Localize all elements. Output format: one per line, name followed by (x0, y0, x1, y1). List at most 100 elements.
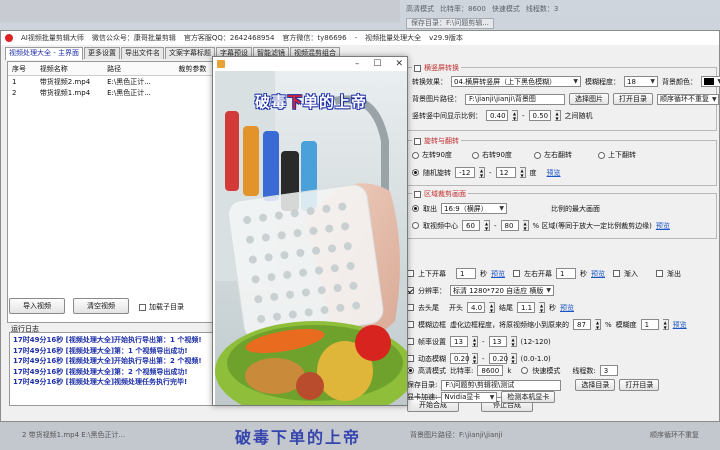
curtain-ud-checkbox[interactable] (407, 270, 414, 277)
curtain-lr-preview-link[interactable]: 预览 (591, 269, 605, 279)
spin-arrows[interactable]: ▲ ▼ (662, 319, 669, 330)
random-max-input[interactable]: 12 (495, 167, 516, 178)
select-dir-button[interactable]: 选择目录 (575, 379, 616, 391)
run-log[interactable]: 17时49分16秒 [视频处理大全]开始执行导出第：1 个视频! 17时49分1… (9, 332, 213, 406)
rotate-checkbox[interactable] (414, 137, 421, 145)
spin-arrows[interactable]: ▲ ▼ (484, 220, 490, 231)
gpu-select[interactable]: Nvidia显卡 ▼ (441, 391, 498, 403)
center-min-input[interactable]: 60 (462, 220, 480, 231)
open-dir-button[interactable]: 打开目录 (613, 93, 653, 105)
motion-min-input[interactable]: 0.20 (450, 353, 470, 364)
framerate-checkbox[interactable] (407, 338, 414, 345)
ratio-min-input[interactable]: 0.40 (486, 110, 508, 121)
curtain-ud-preview-link[interactable]: 预览 (491, 269, 505, 279)
motion-max-input[interactable]: 0.20 (488, 353, 508, 364)
bitrate-input[interactable]: 8600 (477, 365, 504, 376)
bgcolor-select[interactable]: ▼ (701, 76, 720, 87)
spin-arrows[interactable]: ▲ ▼ (595, 319, 601, 330)
landscape-section-header[interactable]: 横竖屏转换 (412, 63, 461, 73)
rotate-section-header[interactable]: 旋转与翻转 (412, 136, 461, 146)
load-subdir-checkbox[interactable] (139, 303, 146, 311)
fast-mode-radio[interactable] (521, 367, 529, 374)
crop-center-radio[interactable] (412, 222, 419, 229)
mode-select[interactable]: 04.横屏转竖屏（上下黑色模糊） ▼ (451, 76, 581, 87)
cycle-select[interactable]: 顺序循环不重复 ▼ (657, 93, 719, 105)
spin-arrows[interactable]: ▲ ▼ (522, 220, 529, 231)
crop-preview-link[interactable]: 预览 (656, 221, 670, 231)
rotate-left-option[interactable]: 左转90度 (412, 150, 464, 160)
load-subdir-option[interactable]: 加载子目录 (139, 302, 184, 312)
close-icon[interactable]: ✕ (395, 59, 403, 69)
rotate-right-radio[interactable] (472, 151, 479, 159)
random-min-input[interactable]: -12 (455, 167, 475, 178)
column-header[interactable]: 视频名称 (36, 64, 103, 74)
tab-main[interactable]: 视频处理大全 - 主界面 (5, 47, 83, 60)
trim-checkbox[interactable] (407, 304, 414, 311)
import-video-button[interactable]: 导入视频 (9, 298, 65, 314)
crop-ratio-select[interactable]: 16:9（横屏） ▼ (441, 203, 507, 214)
spin-arrows[interactable]: ▲ ▼ (489, 302, 495, 313)
minimize-icon[interactable]: – (355, 59, 360, 69)
curtain-lr-checkbox[interactable] (513, 270, 520, 277)
flip-ud-radio[interactable] (598, 151, 605, 159)
spin-arrows[interactable]: ▲ ▼ (512, 110, 518, 121)
flip-lr-option[interactable]: 左右翻转 (534, 150, 588, 160)
list-item[interactable]: 1 带货视频2.mp4 E:\黑色正计... (8, 76, 212, 87)
spin-arrows[interactable]: ▲ ▼ (479, 167, 485, 178)
column-header[interactable]: 路径 (103, 64, 174, 74)
trim-tail-input[interactable]: 1.1 (517, 302, 535, 313)
crop-section-header[interactable]: 区域裁剪画面 (412, 189, 468, 199)
select-image-button[interactable]: 选择图片 (569, 93, 609, 105)
column-header[interactable]: 序号 (8, 64, 36, 74)
trim-head-input[interactable]: 4.0 (467, 302, 485, 313)
spin-arrows[interactable]: ▲ ▼ (472, 336, 478, 347)
video-preview-window[interactable]: – ☐ ✕ 破毒下单的上帝 (212, 56, 408, 406)
crop-take-radio[interactable] (412, 205, 419, 212)
framerate-min-input[interactable]: 13 (450, 336, 468, 347)
border-pct-input[interactable]: 87 (573, 319, 591, 330)
save-dir-input[interactable]: F:\问题剪\剪辑视\测试 (441, 379, 562, 391)
crop-checkbox[interactable] (414, 190, 421, 198)
spin-arrows[interactable]: ▲ ▼ (519, 167, 526, 178)
tab-more-settings[interactable]: 更多设置 (83, 47, 120, 59)
column-header[interactable]: 裁剪参数 (174, 64, 212, 74)
hq-mode-radio[interactable] (407, 367, 414, 374)
spin-arrows[interactable]: ▲ ▼ (510, 353, 517, 364)
open-save-dir-button[interactable]: 打开目录 (619, 379, 660, 391)
curtain-ud-input[interactable]: 1 (456, 268, 476, 279)
resolution-select[interactable]: 标清 1280*720 自适应 横版 ▼ (450, 285, 554, 296)
random-rotate-radio[interactable] (412, 169, 419, 176)
framerate-max-input[interactable]: 13 (488, 336, 507, 347)
blur-select[interactable]: 18 ▼ (624, 76, 658, 87)
maximize-icon[interactable]: ☐ (373, 59, 381, 69)
blur-border-checkbox[interactable] (407, 321, 414, 328)
landscape-checkbox[interactable] (414, 64, 421, 72)
flip-lr-radio[interactable] (534, 151, 541, 159)
tab-subtitle-title[interactable]: 文案字幕标题 (164, 47, 215, 59)
fade-out-checkbox[interactable] (656, 270, 663, 277)
video-file-list[interactable]: 序号 视频名称 路径 裁剪参数 1 带货视频2.mp4 E:\黑色正计... 2… (7, 61, 213, 323)
border-preview-link[interactable]: 预览 (673, 320, 687, 330)
clear-video-button[interactable]: 清空视频 (73, 298, 129, 314)
resolution-checkbox[interactable] (407, 287, 414, 294)
spin-arrows[interactable]: ▲ ▼ (472, 353, 478, 364)
motion-blur-checkbox[interactable] (407, 355, 414, 362)
flip-ud-option[interactable]: 上下翻转 (598, 150, 636, 160)
spin-arrows[interactable]: ▲ ▼ (510, 336, 517, 347)
rotate-right-option[interactable]: 右转90度 (472, 150, 526, 160)
detect-gpu-button[interactable]: 检测本机显卡 (501, 391, 556, 403)
rotate-preview-link[interactable]: 预览 (547, 168, 561, 178)
trim-preview-link[interactable]: 预览 (560, 303, 574, 313)
tab-export-filename[interactable]: 导出文件名 (120, 47, 164, 59)
spin-arrows[interactable]: ▲ ▼ (539, 302, 545, 313)
list-item[interactable]: 2 带货视频1.mp4 E:\黑色正计... (8, 87, 212, 98)
threads-input[interactable]: 3 (599, 365, 618, 376)
bgpath-input[interactable]: F:\jianji\jianji\背景图 (465, 93, 565, 105)
fade-in-checkbox[interactable] (613, 270, 620, 277)
rotate-left-radio[interactable] (412, 151, 419, 159)
border-blur-input[interactable]: 1 (640, 319, 659, 330)
ratio-max-input[interactable]: 0.50 (528, 110, 551, 121)
curtain-lr-input[interactable]: 1 (556, 268, 576, 279)
center-max-input[interactable]: 80 (500, 220, 519, 231)
spin-arrows[interactable]: ▲ ▼ (554, 110, 561, 121)
